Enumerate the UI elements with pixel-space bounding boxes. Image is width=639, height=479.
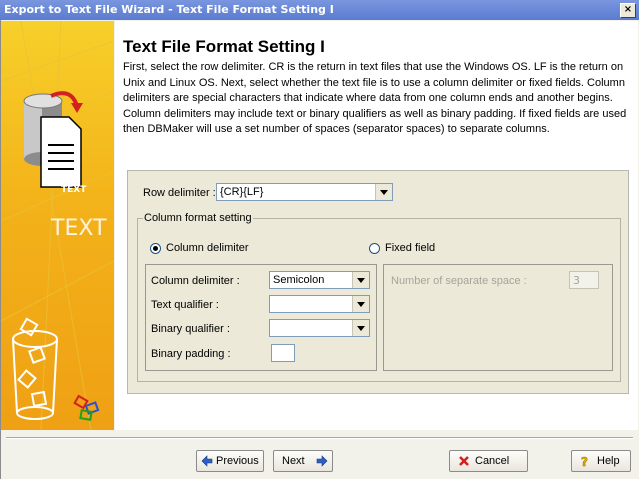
- wizard-sidebar: TEXT TEXT: [1, 21, 114, 430]
- previous-label: Previous: [216, 455, 259, 467]
- binary-qualifier-label: Binary qualifier :: [151, 323, 230, 335]
- cancel-icon: [459, 456, 469, 466]
- page-title: Text File Format Setting I: [123, 37, 325, 56]
- fixed-field-radio-label: Fixed field: [385, 242, 436, 254]
- title-bar: Export to Text File Wizard - Text File F…: [0, 0, 639, 20]
- binary-qualifier-select[interactable]: [269, 319, 370, 337]
- document-icon: [40, 116, 82, 188]
- chevron-down-icon[interactable]: [352, 296, 369, 312]
- cancel-label: Cancel: [475, 455, 510, 467]
- help-button[interactable]: ? Help: [571, 450, 631, 472]
- chevron-down-icon[interactable]: [375, 184, 392, 200]
- cancel-button[interactable]: Cancel: [449, 450, 528, 472]
- help-icon: ?: [581, 455, 589, 467]
- previous-button[interactable]: Previous: [196, 450, 264, 472]
- column-delimiter-value: Semicolon: [273, 274, 325, 286]
- separate-space-value: 3: [573, 274, 580, 287]
- close-button[interactable]: ×: [620, 3, 636, 18]
- next-button[interactable]: Next: [273, 450, 333, 472]
- binary-padding-input[interactable]: [271, 344, 295, 362]
- column-delimiter-radio-label: Column delimiter: [166, 242, 249, 254]
- arrow-left-icon: [201, 455, 213, 467]
- page-description: First, select the row delimiter. CR is t…: [123, 61, 627, 136]
- chevron-down-icon[interactable]: [352, 320, 369, 336]
- column-delimiter-select[interactable]: Semicolon: [269, 271, 370, 289]
- separate-space-input[interactable]: 3: [569, 271, 599, 289]
- chevron-down-icon[interactable]: [352, 272, 369, 288]
- row-delimiter-label: Row delimiter :: [143, 187, 216, 199]
- text-qualifier-select[interactable]: [269, 295, 370, 313]
- sidebar-text-small: TEXT: [61, 185, 87, 195]
- row-delimiter-value: {CR}{LF}: [220, 186, 264, 198]
- binary-padding-label: Binary padding :: [151, 348, 231, 360]
- arrow-right-icon: [316, 455, 328, 467]
- column-format-title: Column format setting: [143, 212, 253, 224]
- svg-text:?: ?: [581, 455, 588, 467]
- column-delimiter-label: Column delimiter :: [151, 275, 240, 287]
- footer-separator: [6, 437, 633, 439]
- separate-space-label: Number of separate space :: [391, 275, 527, 287]
- help-label: Help: [597, 455, 620, 467]
- sidebar-text-big: TEXT: [51, 216, 107, 241]
- chain-illustration: [12, 317, 58, 420]
- row-delimiter-select[interactable]: {CR}{LF}: [216, 183, 393, 201]
- column-delimiter-radio[interactable]: [150, 243, 161, 254]
- fixed-field-radio[interactable]: [369, 243, 380, 254]
- text-qualifier-label: Text qualifier :: [151, 299, 219, 311]
- next-label: Next: [282, 455, 305, 467]
- window-title: Export to Text File Wizard - Text File F…: [4, 3, 334, 16]
